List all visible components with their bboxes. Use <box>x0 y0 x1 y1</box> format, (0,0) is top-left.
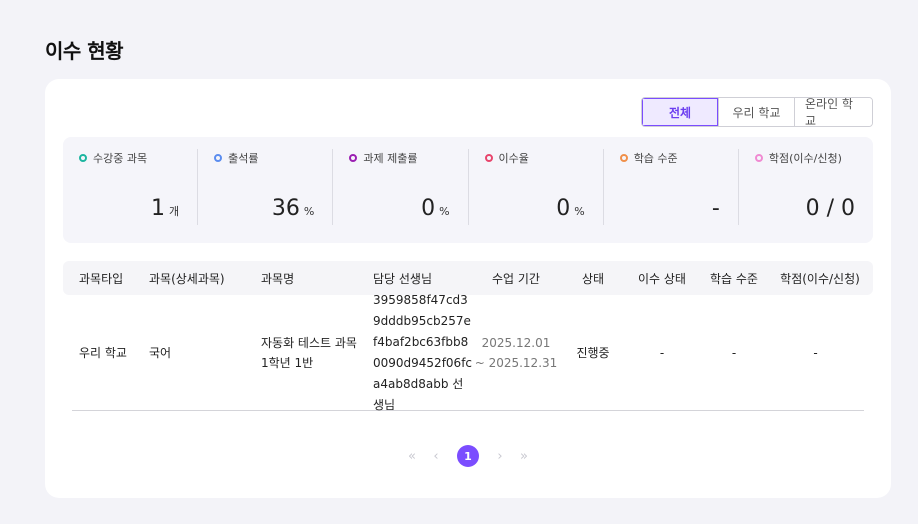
stat-value: 0 <box>556 196 571 221</box>
prev-page-icon[interactable]: ‹ <box>429 449 443 464</box>
first-page-icon[interactable]: « <box>405 449 419 464</box>
cell-teacher: 3959858f47cd39dddb95cb257ef4baf2bc63fbb8… <box>373 292 473 412</box>
col-header-status: 상태 <box>581 271 605 286</box>
stat-value: 0 <box>421 196 436 221</box>
next-page-icon[interactable]: › <box>493 449 507 464</box>
cell-period: 2025.12.01 ~ 2025.12.31 <box>469 333 563 373</box>
filter-all-button[interactable]: 전체 <box>642 98 718 126</box>
school-filter: 전체 우리 학교 온라인 학교 <box>641 97 873 127</box>
filter-our-school-button[interactable]: 우리 학교 <box>718 98 794 126</box>
period-end: ~ 2025.12.31 <box>474 355 558 370</box>
table-row[interactable]: 우리 학교 국어 자동화 테스트 과목 1학년 1반 3959858f47cd3… <box>72 293 864 412</box>
period-start: 2025.12.01 <box>481 335 551 350</box>
stat-label: 수강중 과목 <box>93 152 148 165</box>
stat-unit: % <box>303 205 315 218</box>
cell-level: - <box>731 345 737 360</box>
stat-assignment-rate: 과제 제출률 0% <box>332 149 467 225</box>
stat-completion-rate: 이수율 0% <box>467 149 603 225</box>
stat-label: 학습 수준 <box>633 152 678 165</box>
col-header-type: 과목타입 <box>79 271 124 286</box>
circle-icon <box>349 154 358 162</box>
cell-subject: 국어 <box>149 346 172 360</box>
col-header-teacher: 담당 선생님 <box>373 271 433 286</box>
cell-type: 우리 학교 <box>79 346 127 360</box>
stat-learning-level: 학습 수준 - <box>602 149 738 225</box>
cell-course-name: 자동화 테스트 과목 1학년 1반 <box>261 335 357 370</box>
pagination: « ‹ 1 › » <box>45 445 891 467</box>
col-header-level: 학습 수준 <box>710 271 758 286</box>
stat-unit: % <box>439 205 450 218</box>
page-button-current[interactable]: 1 <box>457 445 479 467</box>
col-header-credits: 학점(이수/신청) <box>780 271 860 286</box>
stat-label: 이수율 <box>498 152 529 165</box>
circle-icon <box>214 154 223 162</box>
col-header-completion: 이수 상태 <box>638 271 686 286</box>
completion-card: 전체 우리 학교 온라인 학교 수강중 과목 1개 출석률 36% 과제 제출률… <box>45 79 891 498</box>
circle-icon <box>619 154 628 162</box>
stat-unit: % <box>574 205 585 218</box>
col-header-subject: 과목(상세과목) <box>149 271 225 286</box>
cell-status: 진행중 <box>576 346 610 360</box>
stat-credits: 학점(이수/신청) 0 / 0 <box>737 149 873 225</box>
cell-teacher-wrap: 3959858f47cd39dddb95cb257ef4baf2bc63fbb8… <box>357 290 472 416</box>
circle-icon <box>484 154 493 162</box>
cell-completion: - <box>659 345 665 360</box>
stat-enrolled-courses: 수강중 과목 1개 <box>63 149 197 225</box>
course-table: 과목타입 과목(상세과목) 과목명 담당 선생님 수업 기간 상태 이수 상태 … <box>63 261 873 412</box>
page-title: 이수 현황 <box>45 39 124 63</box>
circle-icon <box>79 154 87 162</box>
stat-label: 과제 제출률 <box>363 152 418 165</box>
stat-label: 학점(이수/신청) <box>768 152 842 165</box>
col-header-course-name: 과목명 <box>261 271 295 286</box>
stat-value: 0 / 0 <box>805 196 856 221</box>
cell-credits: - <box>813 345 818 360</box>
last-page-icon[interactable]: » <box>517 449 531 464</box>
stats-panel: 수강중 과목 1개 출석률 36% 과제 제출률 0% 이수율 0% 학습 수준… <box>63 137 873 243</box>
stat-unit: 개 <box>169 205 180 218</box>
filter-online-school-button[interactable]: 온라인 학교 <box>794 98 872 126</box>
circle-icon <box>754 154 763 162</box>
col-header-period: 수업 기간 <box>492 271 540 286</box>
stat-label: 출석률 <box>228 152 259 165</box>
stat-value: - <box>711 196 720 221</box>
stat-attendance: 출석률 36% <box>197 149 332 225</box>
stat-value: 36 <box>271 196 300 221</box>
stat-value: 1 <box>151 196 166 221</box>
